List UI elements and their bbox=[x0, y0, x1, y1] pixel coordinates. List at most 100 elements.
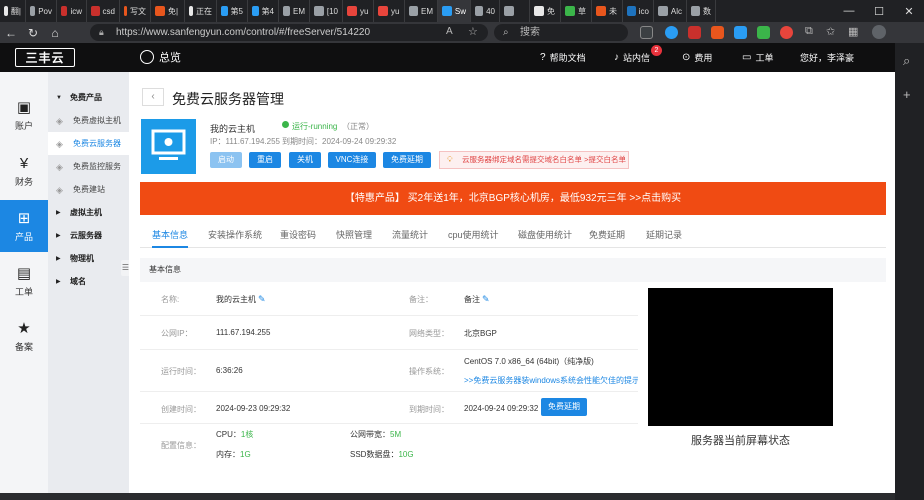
browser-tab[interactable]: 免| bbox=[151, 0, 185, 22]
help-docs-link[interactable]: ? 帮助文档 bbox=[540, 51, 586, 64]
search-box[interactable]: ⌕ 搜索 bbox=[494, 24, 628, 41]
browser-tab[interactable]: 写文 bbox=[120, 0, 151, 22]
tab-5[interactable]: cpu使用统计 bbox=[448, 222, 499, 248]
add-icon[interactable]: + bbox=[903, 87, 911, 102]
browser-tab[interactable]: 免 bbox=[530, 0, 561, 22]
favorites-icon[interactable]: ✩ bbox=[826, 25, 835, 38]
subnav-domain[interactable]: ▶ 域名 bbox=[48, 270, 129, 293]
messages-link[interactable]: ♪ 站内信 bbox=[614, 51, 650, 64]
browser-tab[interactable]: yu bbox=[374, 0, 405, 22]
maximize-icon[interactable]: ☐ bbox=[864, 0, 894, 22]
browser-tab[interactable]: 第5 bbox=[217, 0, 248, 22]
tab-favicon-icon bbox=[252, 6, 259, 16]
tab-6[interactable]: 磁盘使用统计 bbox=[518, 222, 572, 248]
subnav-cloud[interactable]: ▶ 云服务器 bbox=[48, 224, 129, 247]
overview-link[interactable]: 总览 bbox=[140, 49, 181, 65]
browser-tab[interactable] bbox=[500, 0, 530, 22]
vnc-button[interactable]: VNC连接 bbox=[328, 152, 376, 168]
extension-icon[interactable] bbox=[734, 26, 747, 39]
browser-tab[interactable]: Sw bbox=[438, 0, 471, 22]
tab-favicon-icon bbox=[442, 6, 452, 16]
star-icon[interactable]: ☆ bbox=[468, 25, 478, 38]
browser-tab[interactable]: icw bbox=[57, 0, 87, 22]
home-icon[interactable]: ⌂ bbox=[44, 22, 66, 43]
tab-8[interactable]: 延期记录 bbox=[646, 222, 682, 248]
browser-tab[interactable]: 草 bbox=[561, 0, 592, 22]
extension-icon[interactable] bbox=[688, 26, 701, 39]
search-icon[interactable]: ⌕ bbox=[903, 53, 910, 69]
tab-1[interactable]: 安装操作系统 bbox=[208, 222, 262, 248]
collections-icon[interactable]: ▦ bbox=[848, 25, 858, 38]
left-nav-ticket[interactable]: ▤ 工单 bbox=[0, 255, 48, 307]
left-nav-product[interactable]: ⊞ 产品 bbox=[0, 200, 48, 252]
shield-extension-icon[interactable] bbox=[640, 26, 653, 39]
edit-icon[interactable]: ✎ bbox=[258, 294, 266, 304]
extension-icon[interactable] bbox=[711, 26, 724, 39]
tab-7[interactable]: 免费延期 bbox=[589, 222, 625, 248]
product-icon: ⊞ bbox=[17, 210, 31, 227]
restart-button[interactable]: 重启 bbox=[249, 152, 281, 168]
minimize-icon[interactable]: — bbox=[834, 0, 864, 22]
promo-banner[interactable]: 【特惠产品】 买2年送1年，北京BGP核心机房，最低932元三年 >>点击购买 bbox=[140, 182, 886, 215]
left-nav-record[interactable]: ★ 备案 bbox=[0, 310, 48, 362]
fees-link[interactable]: ⊙ 费用 bbox=[682, 51, 712, 64]
close-icon[interactable]: ✕ bbox=[894, 0, 924, 22]
shutdown-button[interactable]: 关机 bbox=[289, 152, 321, 168]
subnav-free-vm[interactable]: ◈ 免费虚拟主机 bbox=[48, 109, 129, 132]
product-sub-nav: ▼ 免费产品 ◈ 免费虚拟主机 ◈ 免费云服务器 ◈ 免费监控服务 ◈ 免费建站… bbox=[48, 72, 129, 493]
info-row: 公网IP： 111.67.194.255 网络类型： 北京BGP bbox=[140, 316, 638, 350]
logo[interactable]: 三丰云 bbox=[15, 48, 75, 67]
browser-tab[interactable]: EM bbox=[279, 0, 310, 22]
config-label: 配置信息： bbox=[161, 441, 201, 450]
extension-icon[interactable] bbox=[780, 26, 793, 39]
puzzle-icon[interactable]: ⧉ bbox=[805, 25, 813, 38]
subnav-free-site[interactable]: ◈ 免费建站 bbox=[48, 178, 129, 201]
tab-2[interactable]: 重设密码 bbox=[280, 222, 316, 248]
user-greeting[interactable]: 您好，李泽豪 bbox=[800, 51, 854, 64]
subnav-physical[interactable]: ▶ 物理机 bbox=[48, 247, 129, 270]
tab-3[interactable]: 快照管理 bbox=[336, 222, 372, 248]
start-button[interactable]: 启动 bbox=[210, 152, 242, 168]
browser-tab[interactable]: 第4 bbox=[248, 0, 279, 22]
subnav-vm[interactable]: ▶ 虚拟主机 bbox=[48, 201, 129, 224]
browser-tab[interactable]: csd bbox=[87, 0, 120, 22]
info-row: 配置信息： CPU：1核 公网带宽：5M 内存：1G SSD数据盘：10G bbox=[140, 424, 638, 462]
browser-tab[interactable]: [10 bbox=[310, 0, 343, 22]
back-button[interactable]: ‹ bbox=[142, 88, 164, 106]
server-screen-preview[interactable] bbox=[648, 288, 833, 426]
extension-icon[interactable] bbox=[665, 26, 678, 39]
whitelist-notice[interactable]: 💡︎ 云服务器绑定域名需提交域名白名单 >提交白名单 bbox=[439, 151, 629, 169]
browser-tab[interactable]: 正在 bbox=[185, 0, 217, 22]
back-arrow-icon[interactable]: ← bbox=[0, 22, 22, 43]
browser-tab[interactable]: 翻| bbox=[0, 0, 26, 22]
profile-avatar[interactable] bbox=[872, 25, 886, 39]
extension-icon[interactable] bbox=[757, 26, 770, 39]
os-windows-link[interactable]: >>免费云服务器装windows系统会性能欠佳的提示 bbox=[464, 375, 638, 386]
renew-button[interactable]: 免费延期 bbox=[383, 152, 431, 168]
browser-tab[interactable]: 数 bbox=[687, 0, 716, 22]
subnav-free-cloud[interactable]: ◈ 免费云服务器 bbox=[48, 132, 129, 155]
cpu-label: CPU： bbox=[216, 430, 241, 439]
left-nav-account[interactable]: ▣ 账户 bbox=[0, 89, 48, 141]
left-nav-finance[interactable]: ¥ 财务 bbox=[0, 145, 48, 197]
reader-icon[interactable]: A bbox=[446, 26, 453, 37]
browser-tab[interactable]: Alc bbox=[654, 0, 687, 22]
status-dot-icon bbox=[282, 121, 289, 128]
browser-tab[interactable]: yu bbox=[343, 0, 374, 22]
browser-tab[interactable]: 40 bbox=[471, 0, 500, 22]
tab-0[interactable]: 基本信息 bbox=[152, 222, 189, 248]
renew-button[interactable]: 免费延期 bbox=[541, 398, 587, 416]
reload-icon[interactable]: ↻ bbox=[22, 22, 44, 43]
browser-tab[interactable]: 未 bbox=[592, 0, 623, 22]
subnav-free-products[interactable]: ▼ 免费产品 bbox=[48, 86, 129, 109]
tickets-link[interactable]: ▭ 工单 bbox=[742, 51, 773, 64]
tab-label: Sw bbox=[454, 6, 466, 16]
browser-tab[interactable]: Pov bbox=[26, 0, 57, 22]
edit-icon[interactable]: ✎ bbox=[482, 294, 490, 304]
subnav-free-monitor[interactable]: ◈ 免费监控服务 bbox=[48, 155, 129, 178]
browser-tab[interactable]: EM bbox=[405, 0, 438, 22]
url-text: https://www.sanfengyun.com/control/#/fre… bbox=[116, 27, 371, 38]
address-bar[interactable]: 🔒︎ https://www.sanfengyun.com/control/#/… bbox=[90, 24, 488, 41]
browser-tab[interactable]: ico bbox=[623, 0, 654, 22]
tab-4[interactable]: 流量统计 bbox=[392, 222, 428, 248]
